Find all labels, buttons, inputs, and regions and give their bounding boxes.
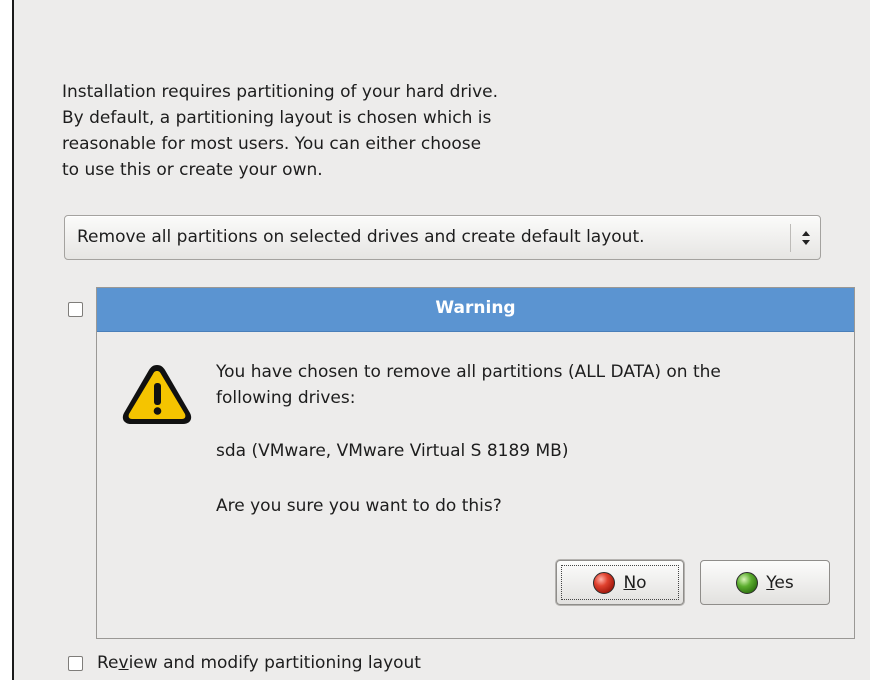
- no-button-label: No: [623, 572, 647, 593]
- yes-button-label: Yes: [766, 572, 794, 593]
- warning-message-line: You have chosen to remove all partitions…: [216, 362, 721, 382]
- encrypt-system-checkbox[interactable]: [68, 302, 83, 317]
- dialog-title: Warning: [435, 298, 516, 318]
- intro-line: reasonable for most users. You can eithe…: [62, 134, 482, 154]
- intro-line: Installation requires partitioning of yo…: [62, 82, 499, 102]
- confirmation-question: Are you sure you want to do this?: [216, 496, 502, 516]
- dialog-titlebar: Warning: [97, 288, 854, 332]
- partitioning-intro-text: Installation requires partitioning of yo…: [62, 79, 622, 183]
- review-partitioning-checkbox[interactable]: [68, 656, 83, 671]
- green-ball-icon: [736, 571, 759, 594]
- warning-dialog: Warning You have chosen to remove all pa…: [96, 287, 855, 639]
- dropdown-separator: [790, 224, 791, 252]
- warning-icon: [122, 365, 192, 424]
- window-left-border: [0, 0, 14, 680]
- no-button[interactable]: No: [556, 560, 684, 605]
- intro-line: to use this or create your own.: [62, 160, 323, 180]
- up-down-arrows-icon: [802, 231, 810, 245]
- warning-message: You have chosen to remove all partitions…: [216, 359, 721, 411]
- warning-message-line: following drives:: [216, 388, 356, 408]
- red-ball-icon: [593, 571, 616, 594]
- intro-line: By default, a partitioning layout is cho…: [62, 108, 492, 128]
- review-partitioning-label[interactable]: Review and modify partitioning layout: [97, 653, 421, 673]
- installer-window: Installation requires partitioning of yo…: [0, 0, 870, 680]
- yes-button[interactable]: Yes: [700, 560, 830, 605]
- drive-list-item: sda (VMware, VMware Virtual S 8189 MB): [216, 441, 569, 461]
- partition-layout-selected: Remove all partitions on selected drives…: [77, 227, 645, 247]
- partition-layout-dropdown[interactable]: Remove all partitions on selected drives…: [64, 215, 821, 260]
